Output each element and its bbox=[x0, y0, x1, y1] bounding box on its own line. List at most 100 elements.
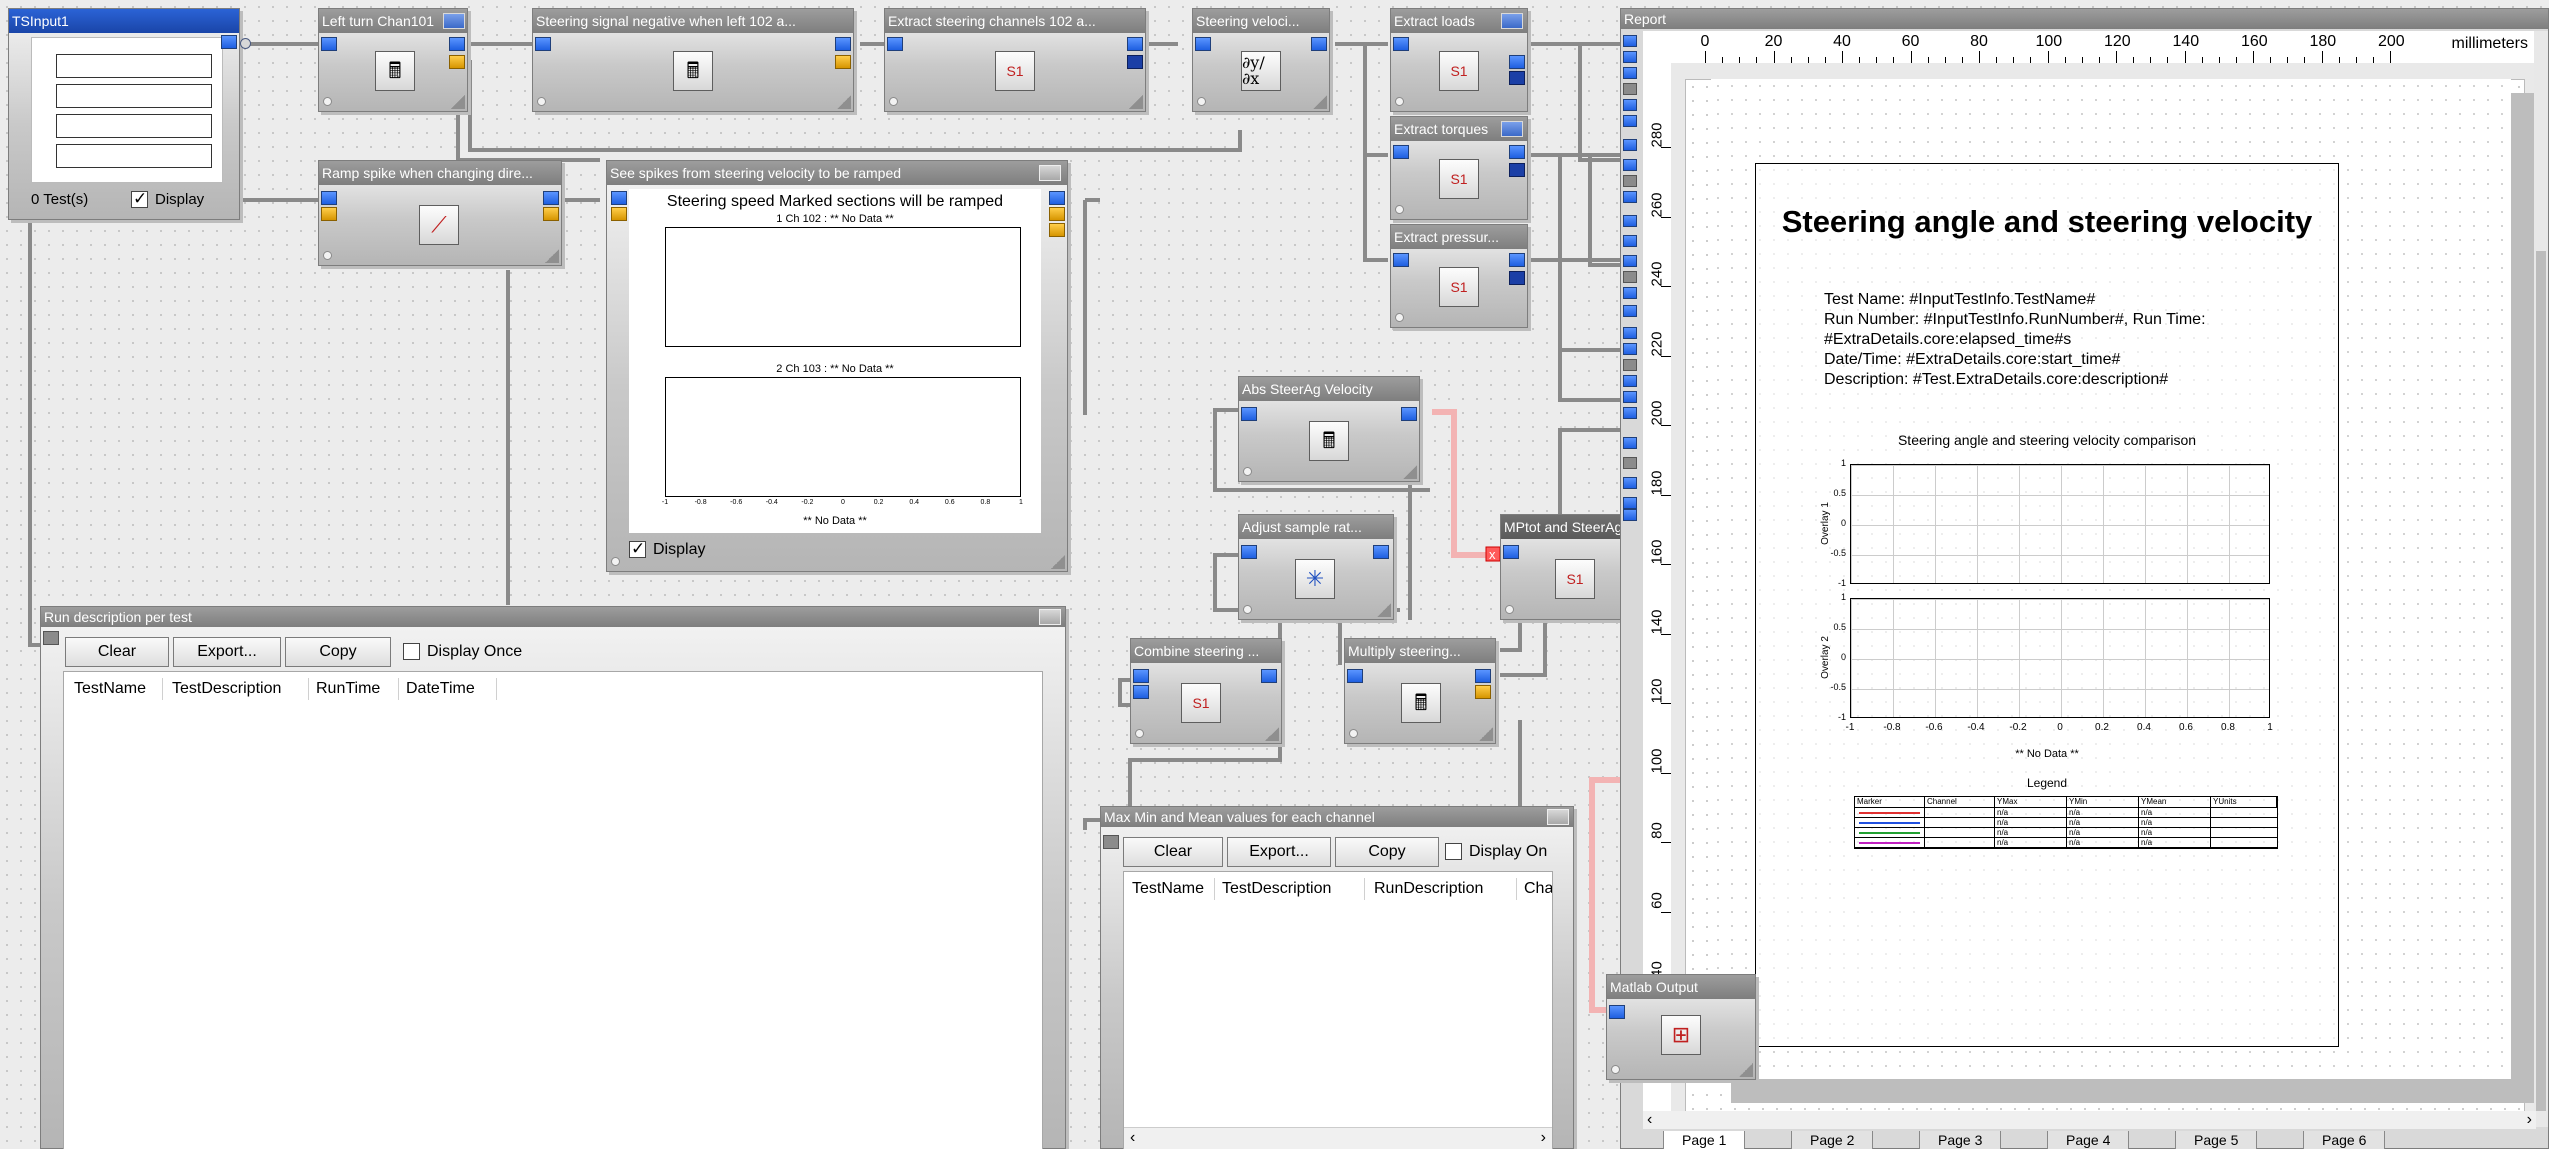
input-port[interactable] bbox=[321, 37, 337, 51]
input-port[interactable] bbox=[1623, 115, 1637, 127]
input-port[interactable] bbox=[1347, 669, 1363, 683]
input-port[interactable] bbox=[1623, 343, 1637, 355]
input-port[interactable] bbox=[1241, 407, 1257, 421]
clear-button[interactable]: Clear bbox=[1123, 837, 1223, 867]
input-port[interactable] bbox=[1503, 545, 1519, 559]
output-port[interactable] bbox=[1049, 191, 1065, 205]
input-port[interactable] bbox=[1623, 99, 1637, 111]
tsinput-block[interactable]: TSInput1 0 Test(s) Display bbox=[8, 8, 240, 220]
output-port-2[interactable] bbox=[1509, 271, 1525, 285]
connector-knob[interactable] bbox=[240, 38, 251, 49]
input-port[interactable] bbox=[1623, 391, 1637, 403]
maxmin-panel[interactable]: Max Min and Mean values for each channel… bbox=[1100, 806, 1574, 1149]
input-port-2[interactable] bbox=[611, 207, 627, 221]
output-port[interactable] bbox=[543, 191, 559, 205]
matlab-output-block[interactable]: Matlab Output ⊞ bbox=[1606, 974, 1756, 1080]
input-port[interactable] bbox=[321, 191, 337, 205]
run-description-panel[interactable]: Run description per test Clear Export...… bbox=[40, 606, 1066, 1149]
see-spikes-block[interactable]: See spikes from steering velocity to be … bbox=[606, 160, 1068, 572]
tsinput-display-checkbox[interactable] bbox=[131, 189, 148, 209]
input-port[interactable] bbox=[1623, 255, 1637, 267]
combine-steering-block[interactable]: Combine steering ... S1 bbox=[1130, 638, 1282, 744]
input-port[interactable] bbox=[1623, 359, 1637, 371]
steering-velocity-block[interactable]: Steering veloci... ∂y/∂x bbox=[1192, 8, 1330, 112]
input-port[interactable] bbox=[1623, 509, 1637, 521]
left-turn-block[interactable]: Left turn Chan101 🖩 bbox=[318, 8, 468, 112]
display-once-checkbox[interactable] bbox=[1445, 843, 1462, 860]
export-button[interactable]: Export... bbox=[173, 637, 281, 667]
input-port-2[interactable] bbox=[1133, 685, 1149, 699]
column-header[interactable]: RunDescription bbox=[1374, 880, 1483, 898]
page-tab[interactable]: Page 4 bbox=[2047, 1131, 2130, 1149]
input-port[interactable] bbox=[1609, 1005, 1625, 1019]
column-header[interactable]: Chann bbox=[1524, 880, 1552, 898]
output-port-2[interactable] bbox=[1509, 71, 1525, 85]
output-port-3[interactable] bbox=[1049, 223, 1065, 237]
output-port[interactable] bbox=[1475, 669, 1491, 683]
window-icon[interactable] bbox=[1039, 609, 1061, 625]
adjust-sample-block[interactable]: Adjust sample rat... ✳ bbox=[1238, 514, 1394, 620]
input-port[interactable] bbox=[1623, 477, 1637, 489]
output-port[interactable] bbox=[1373, 545, 1389, 559]
output-port-2[interactable] bbox=[449, 55, 465, 69]
multiply-steering-block[interactable]: Multiply steering... 🖩 bbox=[1344, 638, 1496, 744]
input-port[interactable] bbox=[1623, 35, 1637, 47]
extract-loads-block[interactable]: Extract loads S1 bbox=[1390, 8, 1528, 112]
horizontal-scrollbar[interactable]: ‹ › bbox=[1643, 1111, 2536, 1129]
input-port[interactable] bbox=[43, 631, 59, 645]
copy-button[interactable]: Copy bbox=[285, 637, 391, 667]
input-port[interactable] bbox=[1623, 305, 1637, 317]
report-page[interactable]: Steering angle and steering velocity Tes… bbox=[1711, 79, 2511, 1079]
column-header[interactable]: TestDescription bbox=[172, 680, 281, 698]
input-port[interactable] bbox=[1623, 457, 1637, 469]
input-port[interactable] bbox=[1623, 497, 1637, 509]
horizontal-scrollbar[interactable]: ‹ › bbox=[1124, 1127, 1552, 1149]
output-port-2[interactable] bbox=[1049, 207, 1065, 221]
input-port[interactable] bbox=[1623, 67, 1637, 79]
window-icon[interactable] bbox=[1039, 165, 1061, 181]
ramp-spike-block[interactable]: Ramp spike when changing dire... ⟋ bbox=[318, 160, 562, 266]
input-port[interactable] bbox=[611, 191, 627, 205]
column-header[interactable]: TestName bbox=[74, 680, 146, 698]
input-port[interactable] bbox=[1195, 37, 1211, 51]
input-port[interactable] bbox=[1623, 437, 1637, 449]
output-port[interactable] bbox=[1401, 407, 1417, 421]
output-port[interactable] bbox=[1311, 37, 1327, 51]
input-port[interactable] bbox=[1623, 159, 1637, 171]
input-port[interactable] bbox=[1623, 83, 1637, 95]
extract-pressure-block[interactable]: Extract pressur... S1 bbox=[1390, 224, 1528, 328]
output-port[interactable] bbox=[1509, 253, 1525, 267]
scroll-left-icon[interactable]: ‹ bbox=[1130, 1129, 1135, 1147]
info-icon[interactable] bbox=[1501, 13, 1523, 29]
input-port[interactable] bbox=[1623, 191, 1637, 203]
scrollbar-thumb[interactable] bbox=[2536, 251, 2546, 1111]
input-port[interactable] bbox=[1103, 835, 1119, 849]
abs-steer-block[interactable]: Abs SteerAg Velocity 🖩 bbox=[1238, 376, 1420, 482]
scroll-right-icon[interactable]: › bbox=[2527, 1111, 2532, 1129]
column-header[interactable]: DateTime bbox=[406, 680, 475, 698]
extract-torques-block[interactable]: Extract torques S1 bbox=[1390, 116, 1528, 220]
output-port[interactable] bbox=[1509, 145, 1525, 159]
output-port[interactable] bbox=[835, 37, 851, 51]
vertical-scrollbar[interactable] bbox=[2534, 31, 2548, 1127]
page-tab[interactable]: Page 2 bbox=[1791, 1131, 1874, 1149]
output-port[interactable] bbox=[1127, 37, 1143, 51]
maxmin-table[interactable]: TestName TestDescription RunDescription … bbox=[1123, 871, 1553, 1149]
column-header[interactable]: TestDescription bbox=[1222, 880, 1331, 898]
input-port[interactable] bbox=[887, 37, 903, 51]
window-icon[interactable] bbox=[1547, 809, 1569, 825]
page-tab[interactable]: Page 3 bbox=[1919, 1131, 2002, 1149]
input-port[interactable] bbox=[1623, 51, 1637, 63]
input-port[interactable] bbox=[1623, 215, 1637, 227]
scroll-right-icon[interactable]: › bbox=[1541, 1129, 1546, 1147]
page-tab[interactable]: Page 1 bbox=[1663, 1131, 1746, 1149]
run-description-table[interactable]: TestName TestDescription RunTime DateTim… bbox=[63, 671, 1043, 1149]
input-port[interactable] bbox=[1393, 253, 1409, 267]
steering-negative-block[interactable]: Steering signal negative when left 102 a… bbox=[532, 8, 854, 112]
export-button[interactable]: Export... bbox=[1227, 837, 1331, 867]
output-port[interactable] bbox=[1261, 669, 1277, 683]
input-port[interactable] bbox=[1133, 669, 1149, 683]
input-port[interactable] bbox=[1623, 287, 1637, 299]
see-spikes-display-checkbox[interactable] bbox=[629, 539, 646, 559]
column-header[interactable]: TestName bbox=[1132, 880, 1204, 898]
